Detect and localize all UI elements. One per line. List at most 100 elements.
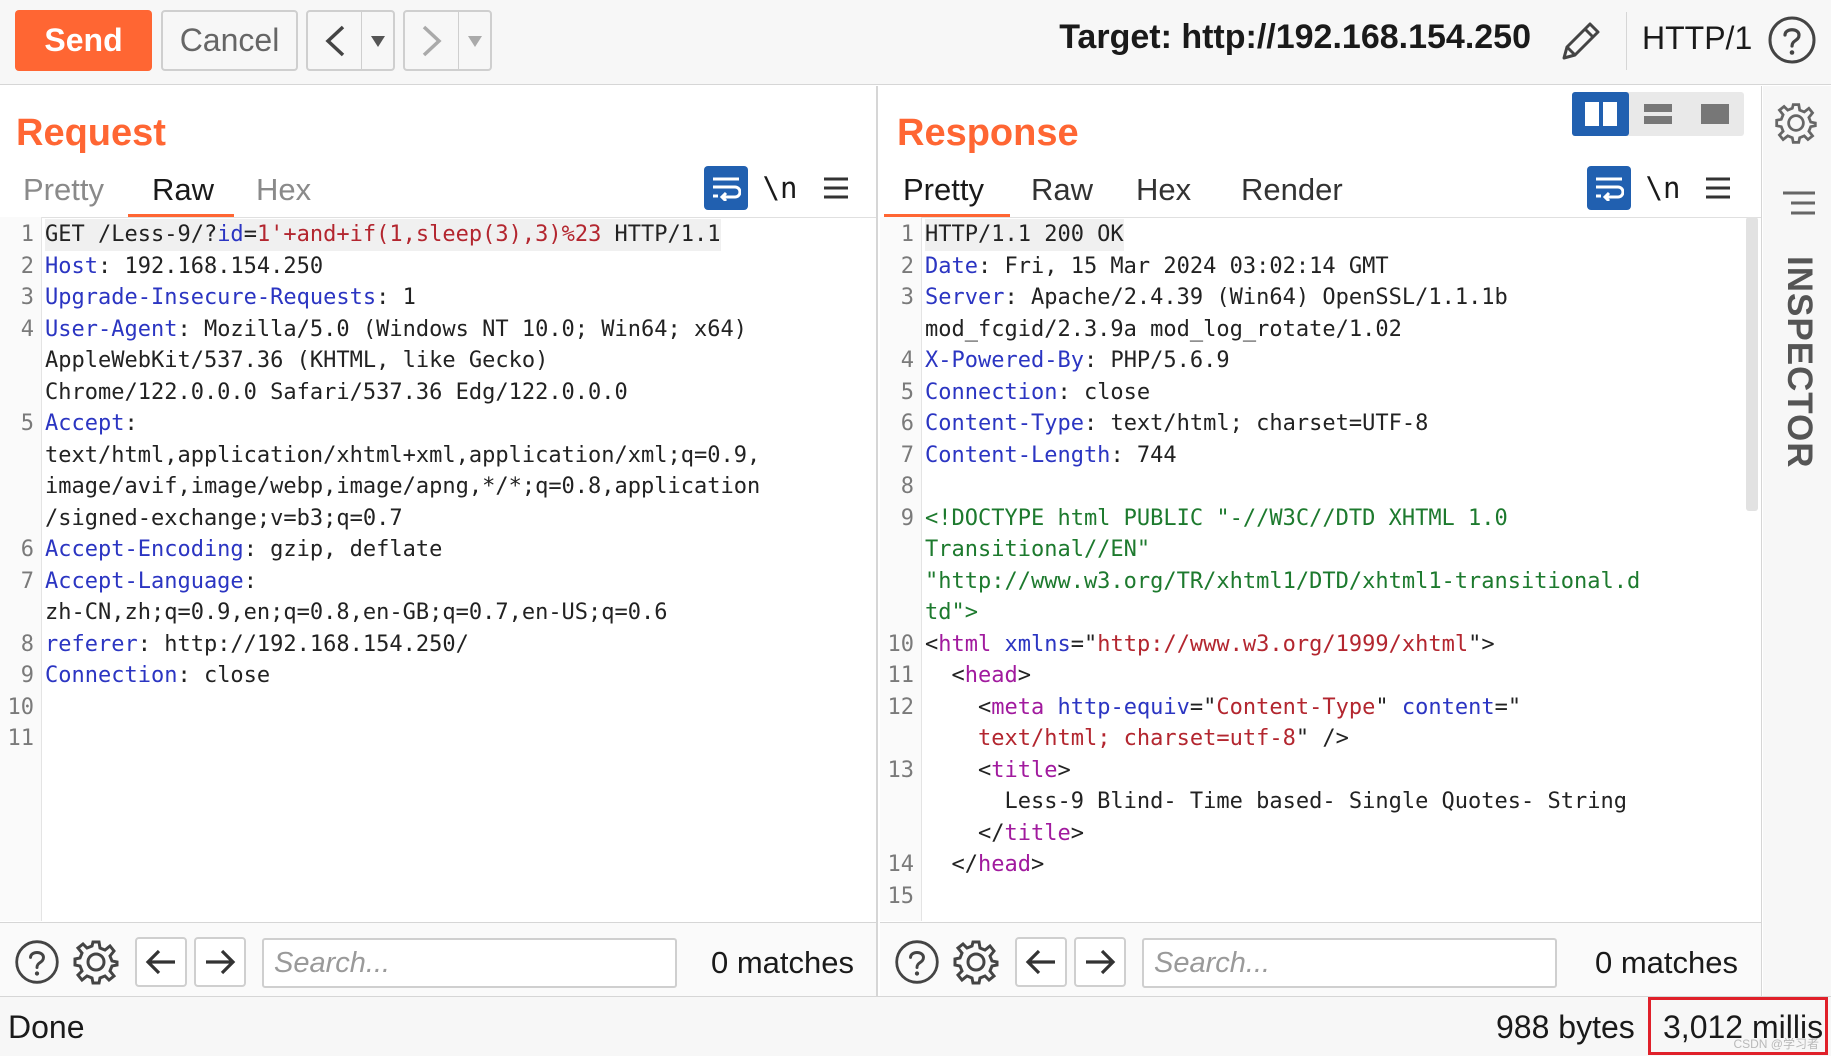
code-token: : text/html; charset=UTF-8 xyxy=(1083,411,1429,436)
request-title: Request xyxy=(16,112,166,154)
search-previous-button[interactable] xyxy=(1015,937,1067,987)
code-token: <!DOCTYPE html PUBLIC "-//W3C//DTD XHTML… xyxy=(925,505,1508,531)
pencil-icon xyxy=(1562,22,1600,60)
code-text: Host: 192.168.154.250 xyxy=(45,251,323,283)
code-token: HTTP/1.1 xyxy=(601,222,721,247)
show-newlines-toggle[interactable]: \n xyxy=(1641,166,1685,210)
code-line: 14 </head> xyxy=(880,849,1760,881)
search-previous-button[interactable] xyxy=(135,937,187,987)
code-token: : Apache/2.4.39 (Win64) OpenSSL/1.1.1b xyxy=(1004,285,1508,310)
layout-stacked-button[interactable] xyxy=(1629,92,1686,136)
help-button[interactable] xyxy=(1766,14,1818,66)
layout-single-button[interactable] xyxy=(1687,92,1744,136)
code-token: </ xyxy=(925,852,978,877)
search-next-button[interactable] xyxy=(194,937,246,987)
back-button[interactable] xyxy=(308,12,362,69)
send-button[interactable]: Send xyxy=(15,10,152,71)
response-search-input[interactable] xyxy=(1142,938,1557,988)
code-line: 1 HTTP/1.1 200 OK xyxy=(880,219,1760,251)
line-number: 9 xyxy=(20,663,34,688)
response-menu-button[interactable] xyxy=(1696,166,1740,210)
code-text: HTTP/1.1 200 OK xyxy=(925,219,1124,251)
tab-hex[interactable]: Hex xyxy=(253,172,314,216)
code-line: 3 Server: Apache/2.4.39 (Win64) OpenSSL/1… xyxy=(880,282,1760,314)
tab-render[interactable]: Render xyxy=(1238,172,1346,216)
code-token: head xyxy=(977,852,1031,877)
forward-button[interactable] xyxy=(405,12,459,69)
code-token: title xyxy=(1004,820,1071,846)
code-text: Content-Length: 744 xyxy=(925,440,1177,472)
search-next-button[interactable] xyxy=(1074,937,1126,987)
code-token: mod_fcgid/2.3.9a mod_log_rotate/1.02 xyxy=(925,316,1402,342)
code-text: Accept-Encoding: gzip, deflate xyxy=(45,534,442,566)
word-wrap-icon xyxy=(713,177,741,201)
code-token: Host xyxy=(45,253,98,279)
code-token: : close xyxy=(1057,379,1151,405)
code-text: User-Agent: Mozilla/5.0 (Windows NT 10.0… xyxy=(45,314,747,346)
cancel-button[interactable]: Cancel xyxy=(161,10,298,71)
code-token: td"> xyxy=(925,600,978,625)
inspector-settings-button[interactable] xyxy=(1773,100,1821,148)
tab-raw[interactable]: Raw xyxy=(149,172,217,216)
inspector-sidebar: INSPECTOR xyxy=(1763,86,1831,996)
request-editor[interactable]: 1 GET /Less-9/?id=1'+and+if(1,sleep(3),3)… xyxy=(0,217,876,921)
search-help-button[interactable] xyxy=(892,937,942,987)
code-text: GET /Less-9/?id=1'+and+if(1,sleep(3),3)%… xyxy=(45,219,721,251)
response-scrollbar[interactable] xyxy=(1746,217,1758,511)
gear-icon xyxy=(73,940,119,985)
search-help-button[interactable] xyxy=(12,937,62,987)
response-panel: Response Pretty Raw Hex Render \n 1 HTTP… xyxy=(880,86,1762,996)
http-version-selector[interactable]: HTTP/1 xyxy=(1642,20,1752,57)
request-search-input[interactable] xyxy=(262,938,677,988)
arrow-right-icon xyxy=(1086,949,1116,975)
code-token: : Mozilla/5.0 (Windows NT 10.0; Win64; x… xyxy=(177,316,747,342)
code-token: : PHP/5.6.9 xyxy=(1083,348,1230,373)
layout-side-by-side-button[interactable] xyxy=(1572,92,1630,136)
line-number: 6 xyxy=(20,537,34,562)
tab-raw[interactable]: Raw xyxy=(1028,172,1096,216)
back-history-dropdown[interactable] xyxy=(362,12,393,69)
line-number: 9 xyxy=(900,505,914,531)
arrow-left-icon xyxy=(1025,949,1055,975)
code-text: Connection: close xyxy=(45,660,270,692)
response-search-bar: 0 matches xyxy=(880,922,1761,996)
code-token: : http://192.168.154.250/ xyxy=(137,631,469,657)
code-token: " /> xyxy=(1295,726,1349,751)
request-menu-button[interactable] xyxy=(814,166,858,210)
code-token: GET /Less-9/? xyxy=(45,222,218,247)
code-token: Accept xyxy=(45,411,125,436)
tab-hex[interactable]: Hex xyxy=(1133,172,1194,216)
code-token: /signed-exchange;v=b3;q=0.7 xyxy=(45,505,403,531)
code-token: =" xyxy=(1189,694,1217,720)
word-wrap-toggle[interactable] xyxy=(1587,166,1631,210)
inspector-label[interactable]: INSPECTOR xyxy=(1775,256,1819,469)
response-size: 988 bytes xyxy=(1496,1009,1635,1045)
line-number: 4 xyxy=(20,316,34,342)
code-text: Accept: xyxy=(45,408,138,440)
forward-history-dropdown[interactable] xyxy=(459,12,490,69)
forward-nav-group xyxy=(403,10,492,71)
show-newlines-toggle[interactable]: \n xyxy=(758,166,802,210)
layout-toggle-group xyxy=(1572,92,1744,136)
code-text: Server: Apache/2.4.39 (Win64) OpenSSL/1.… xyxy=(925,282,1508,314)
search-settings-button[interactable] xyxy=(71,937,121,987)
code-token: 1'+and+if(1,sleep(3),3)%23 xyxy=(256,222,602,247)
search-settings-button[interactable] xyxy=(951,937,1001,987)
code-text: <meta http-equiv="Content-Type" content=… xyxy=(925,692,1521,724)
code-line: 9 <!DOCTYPE html PUBLIC "-//W3C//DTD XHTM… xyxy=(880,503,1760,535)
response-editor[interactable]: 1 HTTP/1.1 200 OK 2 Date: Fri, 15 Mar 2024 … xyxy=(880,217,1760,921)
chevron-left-icon xyxy=(324,25,344,56)
inspector-toggle-button[interactable] xyxy=(1781,188,1817,220)
line-number: 3 xyxy=(900,285,914,310)
code-text: X-Powered-By: PHP/5.6.9 xyxy=(925,345,1230,377)
word-wrap-toggle[interactable] xyxy=(704,166,748,210)
tab-pretty[interactable]: Pretty xyxy=(20,172,107,216)
code-text: text/html,application/xhtml+xml,applicat… xyxy=(45,440,760,472)
edit-target-button[interactable] xyxy=(1556,16,1606,66)
tab-pretty[interactable]: Pretty xyxy=(900,172,987,216)
code-line: 7 Accept-Language: xyxy=(0,566,876,598)
hamburger-menu-icon xyxy=(1706,177,1730,199)
back-nav-group xyxy=(306,10,395,71)
